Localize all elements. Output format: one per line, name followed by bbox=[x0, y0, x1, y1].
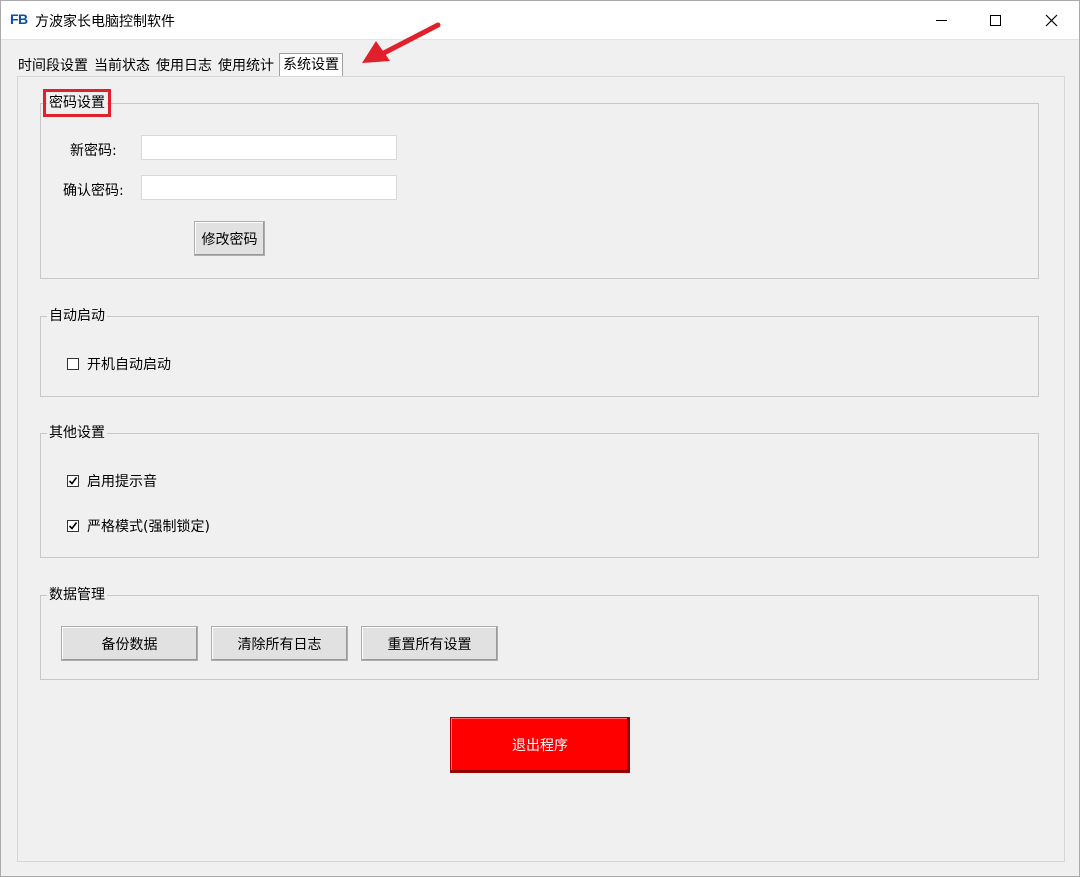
autostart-checkbox[interactable] bbox=[67, 358, 79, 370]
new-password-label: 新密码: bbox=[70, 143, 117, 159]
strict-mode-checkbox-row[interactable]: 严格模式(强制锁定) bbox=[67, 516, 210, 536]
checkmark-icon bbox=[68, 477, 78, 485]
minimize-button[interactable] bbox=[913, 1, 969, 39]
exit-program-button[interactable]: 退出程序 bbox=[450, 717, 630, 773]
sound-checkbox-row[interactable]: 启用提示音 bbox=[67, 471, 157, 491]
close-button[interactable] bbox=[1023, 1, 1079, 39]
autostart-checkbox-label: 开机自动启动 bbox=[87, 357, 171, 373]
sound-checkbox[interactable] bbox=[67, 475, 79, 487]
password-settings-group: 密码设置 新密码: 确认密码: 修改密码 bbox=[40, 89, 1039, 279]
tab-usage-stats[interactable]: 使用统计 bbox=[215, 56, 277, 77]
new-password-input[interactable] bbox=[141, 135, 397, 160]
other-group-title: 其他设置 bbox=[47, 423, 107, 443]
app-logo: FB bbox=[10, 11, 28, 27]
maximize-button[interactable] bbox=[967, 1, 1023, 39]
annotation-arrow-icon bbox=[362, 22, 441, 63]
title-bar[interactable]: FB 方波家长电脑控制软件 bbox=[1, 1, 1079, 40]
autostart-checkbox-row[interactable]: 开机自动启动 bbox=[67, 354, 171, 374]
maximize-icon bbox=[989, 14, 1001, 26]
strict-mode-checkbox[interactable] bbox=[67, 520, 79, 532]
tab-time-periods[interactable]: 时间段设置 bbox=[15, 56, 91, 77]
autostart-group-title: 自动启动 bbox=[47, 306, 107, 326]
confirm-password-label: 确认密码: bbox=[63, 183, 124, 199]
confirm-password-input[interactable] bbox=[141, 175, 397, 200]
clear-logs-button[interactable]: 清除所有日志 bbox=[211, 626, 348, 661]
tab-usage-log[interactable]: 使用日志 bbox=[153, 56, 215, 77]
backup-data-button[interactable]: 备份数据 bbox=[61, 626, 198, 661]
data-group-title: 数据管理 bbox=[47, 585, 107, 605]
reset-settings-button[interactable]: 重置所有设置 bbox=[361, 626, 498, 661]
tab-strip: 时间段设置 当前状态 使用日志 使用统计 系统设置 bbox=[15, 53, 343, 77]
app-window: FB 方波家长电脑控制软件 时间段设置 当前状态 使用日志 使用统计 系统设置 … bbox=[0, 0, 1080, 877]
change-password-button[interactable]: 修改密码 bbox=[194, 221, 265, 256]
window-title: 方波家长电脑控制软件 bbox=[35, 14, 175, 30]
autostart-group: 自动启动 开机自动启动 bbox=[40, 306, 1039, 397]
close-icon bbox=[1045, 14, 1057, 26]
minimize-icon bbox=[935, 19, 947, 21]
sound-checkbox-label: 启用提示音 bbox=[87, 474, 157, 490]
tab-system-settings[interactable]: 系统设置 bbox=[279, 53, 343, 77]
checkmark-icon bbox=[68, 522, 78, 530]
other-settings-group: 其他设置 启用提示音 严格模式(强制锁定) bbox=[40, 423, 1039, 558]
strict-mode-checkbox-label: 严格模式(强制锁定) bbox=[87, 519, 210, 535]
tab-current-status[interactable]: 当前状态 bbox=[91, 56, 153, 77]
data-management-group: 数据管理 备份数据 清除所有日志 重置所有设置 bbox=[40, 585, 1039, 680]
password-group-title: 密码设置 bbox=[43, 89, 111, 117]
